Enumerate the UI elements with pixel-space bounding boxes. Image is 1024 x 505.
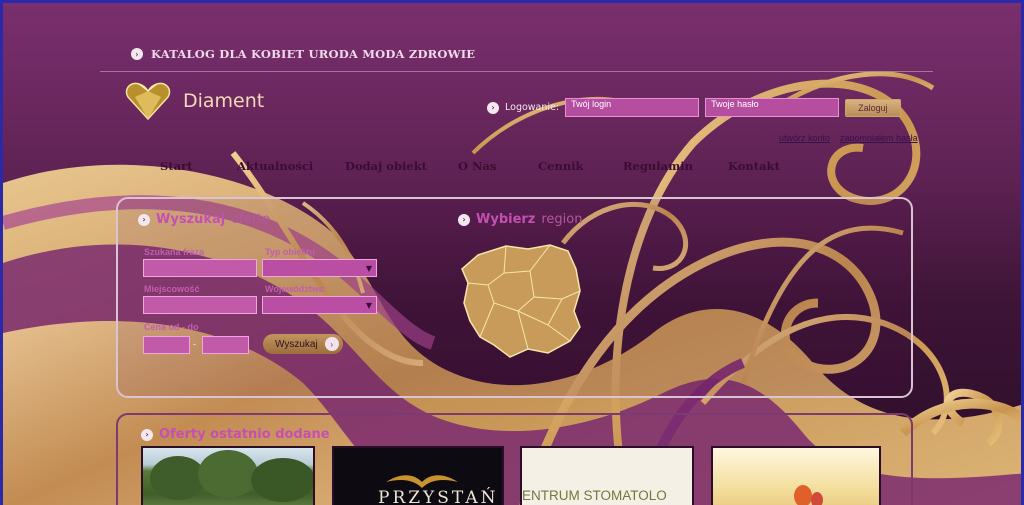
price-separator: -: [193, 339, 196, 349]
arrow-circle-icon: ›: [458, 213, 470, 226]
login-form: › Logowanie: Twój login Twoje hasło Zalo…: [487, 98, 901, 117]
login-input[interactable]: Twój login: [565, 98, 700, 117]
tagline-text: KATALOG DLA KOBIET URODA MODA ZDROWIE: [151, 47, 476, 61]
header-divider: [100, 71, 933, 72]
offers-title-text: Oferty ostatnio dodane: [159, 427, 330, 442]
type-label: Typ obiektu: [265, 247, 315, 257]
arrow-circle-icon: ›: [141, 428, 153, 441]
offer-thumb-1[interactable]: [141, 446, 315, 505]
main-nav: Start Aktualności Dodaj obiekt O Nas Cen…: [160, 159, 780, 173]
register-link[interactable]: utwórz konto: [779, 133, 830, 143]
offer-thumb-2[interactable]: PRZYSTAŃ: [332, 446, 504, 505]
forgot-password-link[interactable]: zapomniałem hasła: [840, 133, 918, 143]
site-logo[interactable]: Diament: [125, 81, 264, 121]
poland-map[interactable]: [458, 241, 588, 361]
heart-diamond-icon: [125, 82, 171, 121]
offer-caption-2: PRZYSTAŃ: [378, 488, 499, 505]
page-frame: › KATALOG DLA KOBIET URODA MODA ZDROWIE …: [0, 0, 1024, 505]
password-input[interactable]: Twoje hasło: [705, 98, 840, 117]
nav-item-contact[interactable]: Kontakt: [728, 159, 780, 173]
arrow-circle-icon: ›: [131, 48, 143, 60]
price-from-input[interactable]: [143, 336, 190, 354]
phrase-label: Szukana fraza: [144, 247, 205, 257]
region-title: › Wybierz region: [458, 212, 583, 227]
phrase-input[interactable]: [143, 259, 257, 277]
search-title-rest: ofertę: [231, 212, 271, 227]
offer-thumb-4[interactable]: [711, 446, 881, 505]
login-label: Logowanie:: [505, 102, 560, 113]
search-title: › Wyszukaj ofertę: [138, 212, 270, 227]
nav-item-news[interactable]: Aktualności: [237, 159, 345, 173]
triangle-down-icon: ▼: [365, 300, 372, 310]
nav-item-add-object[interactable]: Dodaj obiekt: [345, 159, 458, 173]
offer-thumb-3[interactable]: ENTRUM STOMATOLO: [520, 446, 694, 505]
nav-item-about[interactable]: O Nas: [458, 159, 538, 173]
search-button-label: Wyszukaj: [275, 338, 318, 350]
city-input[interactable]: [143, 296, 257, 314]
province-label: Województwo: [265, 284, 325, 294]
region-title-bold: Wybierz: [476, 212, 536, 227]
nav-item-terms[interactable]: Regulamin: [623, 159, 728, 173]
price-to-input[interactable]: [202, 336, 249, 354]
login-button[interactable]: Zaloguj: [845, 98, 901, 117]
arrow-circle-icon: ›: [324, 337, 339, 351]
city-label: Miejscowość: [144, 284, 200, 294]
search-title-bold: Wyszukaj: [156, 212, 226, 227]
region-title-rest: region: [541, 212, 583, 227]
type-select[interactable]: ▼: [262, 259, 377, 277]
balloon-image: [794, 485, 823, 505]
arrow-circle-icon: ›: [487, 101, 499, 114]
province-select[interactable]: ▼: [262, 296, 377, 314]
search-button[interactable]: Wyszukaj ›: [263, 334, 343, 354]
login-links: utwórz konto zapomniałem hasła: [779, 133, 918, 143]
nav-item-start[interactable]: Start: [160, 159, 237, 173]
trees-image: [150, 450, 313, 502]
price-label: Cena od - do: [144, 322, 199, 332]
logo-name: Diament: [183, 90, 265, 112]
site-tagline: › KATALOG DLA KOBIET URODA MODA ZDROWIE: [131, 47, 475, 61]
offers-title: › Oferty ostatnio dodane: [141, 427, 330, 442]
nav-item-pricing[interactable]: Cennik: [538, 159, 623, 173]
triangle-down-icon: ▼: [365, 263, 372, 273]
arrow-circle-icon: ›: [138, 213, 150, 226]
offer-caption-3: ENTRUM STOMATOLO: [522, 488, 667, 503]
